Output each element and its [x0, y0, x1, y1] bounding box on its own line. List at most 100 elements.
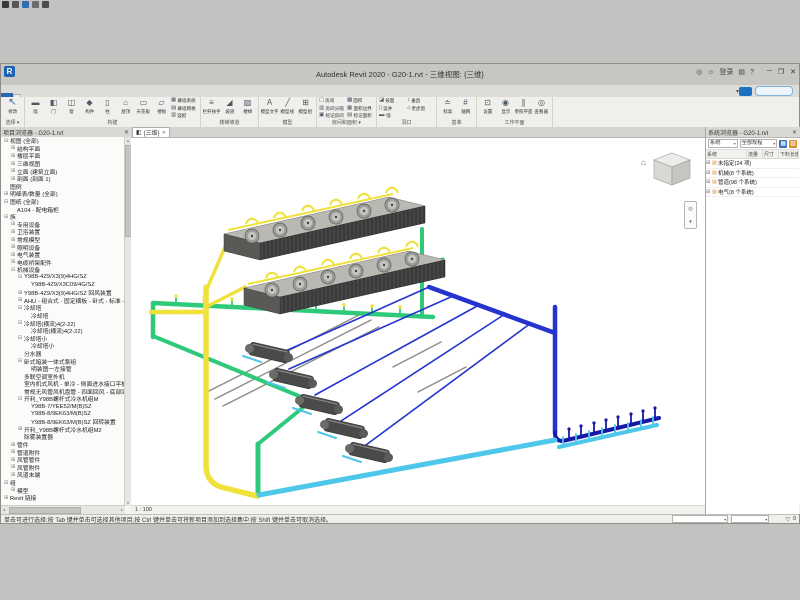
tree-item[interactable]: ⊞ 风管管件: [1, 456, 125, 464]
system-row[interactable]: ⊞ ▨ 管道(98 个系统): [706, 178, 799, 188]
signin-label[interactable]: 登录: [719, 67, 733, 77]
cooling-tower-bank-rear[interactable]: [224, 188, 425, 260]
overlay-icon[interactable]: [2, 1, 9, 8]
ribbon-tool[interactable]: ◎ 查看器: [533, 97, 550, 120]
user-icon[interactable]: ☺: [707, 69, 714, 76]
navigation-bar[interactable]: ◎ ▾: [684, 201, 697, 229]
ribbon-tool[interactable]: ▬ 墙: [379, 112, 406, 120]
tree-item[interactable]: ⊞ 剖面 (剖面 1): [1, 175, 125, 183]
discipline-dropdown[interactable]: 全部规程▾: [740, 139, 778, 148]
ribbon-tool[interactable]: ◧ 门: [45, 97, 62, 120]
tree-item[interactable]: ⊞ 电气装置: [1, 251, 125, 259]
ribbon-tool[interactable]: ▱ 楼板: [153, 97, 170, 120]
overlay-icon[interactable]: [22, 1, 29, 8]
ribbon-tool[interactable]: ≐ 标高: [439, 97, 456, 120]
tree-item[interactable]: Y98B-8/9EK63/M(B)SZ: [1, 410, 125, 418]
ribbon-tool[interactable]: ◉ 显示: [497, 97, 514, 120]
scroll-left-icon[interactable]: ◂: [1, 506, 7, 513]
tree-item[interactable]: ⊞ 专用设备: [1, 221, 125, 229]
plugin-badge-icon[interactable]: [739, 87, 752, 96]
revit-logo[interactable]: R: [4, 66, 15, 77]
tree-item[interactable]: Y98B-4Z9/X3C09/4G/SZ: [1, 281, 125, 289]
tree-item[interactable]: ⊞ Revit 链接: [1, 494, 125, 502]
tree-item[interactable]: ⊞ 风管附件: [1, 464, 125, 472]
ribbon-tool[interactable]: ▯ 柱: [99, 97, 116, 120]
help-icon[interactable]: ?: [750, 69, 754, 76]
tree-item[interactable]: 冷却塔小: [1, 342, 125, 350]
plugin-pill-button[interactable]: [755, 86, 793, 96]
search-icon[interactable]: ◎: [696, 68, 702, 76]
ribbon-tool[interactable]: ▣ 标记房间: [319, 112, 346, 120]
chiller-units[interactable]: [244, 341, 395, 465]
tree-item[interactable]: ⊞ 明细表/数量 (全部): [1, 190, 125, 198]
view-tab-3d[interactable]: ◧ {三维} ✕: [132, 127, 170, 137]
ribbon-tool[interactable]: ▦ 幕墙系统: [171, 97, 198, 105]
system-row[interactable]: ⊞ ▨ 未指定(24 项): [706, 159, 799, 169]
ribbon-tool[interactable]: ⌂ 老虎窗: [407, 105, 434, 113]
tree-item[interactable]: ⊞ 电缆桥架配件: [1, 259, 125, 267]
steering-wheel-icon[interactable]: ◎: [688, 206, 692, 212]
overlay-icon[interactable]: [32, 1, 39, 8]
tree-item[interactable]: ⊞ 卫浴装置: [1, 228, 125, 236]
ribbon-tool[interactable]: ↕ 垂直: [407, 97, 434, 105]
view-type-dropdown[interactable]: 系统▾: [708, 139, 738, 148]
browser-vertical-scrollbar[interactable]: ▴ ▾: [124, 137, 131, 506]
tree-item[interactable]: 图例: [1, 183, 125, 191]
tree-item[interactable]: ⊟ Y98B-4Z9/X3(9)4HG/SZ: [1, 274, 125, 282]
tree-item[interactable]: ⊟ 卧式暗装一体式泵组: [1, 357, 125, 365]
tree-item[interactable]: ⊟ 组: [1, 479, 125, 487]
ribbon-tool[interactable]: ▨ 楼梯: [239, 97, 256, 120]
ribbon-tool[interactable]: ◢ 坡道: [221, 97, 238, 120]
close-button[interactable]: ✕: [790, 68, 796, 76]
tree-item[interactable]: ⊞ 常规模型: [1, 236, 125, 244]
ribbon-tool[interactable]: ◫ 窗: [63, 97, 80, 120]
tree-item[interactable]: 室内机式风机 - 单冷 - 侧面进水接口平板盖: [1, 380, 125, 388]
overlay-icon[interactable]: [12, 1, 19, 8]
column-header[interactable]: 系统: [706, 150, 747, 158]
ribbon-tool[interactable]: ⌂ 屋顶: [117, 97, 134, 120]
tree-item[interactable]: ⊞ 三维视图: [1, 160, 125, 168]
overlay-icon[interactable]: [42, 1, 49, 8]
ribbon-tool[interactable]: ▥ 房间分隔: [319, 105, 346, 113]
tree-item[interactable]: ⊟ 机械设备: [1, 266, 125, 274]
ribbon-tool[interactable]: ▤ 幕墙网格: [171, 105, 198, 113]
tree-item[interactable]: ⊞ 管道附件: [1, 448, 125, 456]
scroll-thumb[interactable]: [9, 507, 81, 514]
tree-item[interactable]: ⊞ 楼层平面: [1, 152, 125, 160]
tree-item[interactable]: 除雾装置器: [1, 433, 125, 441]
scale-control[interactable]: 1 : 100: [135, 507, 152, 513]
tree-item[interactable]: ⊞ AHU - 组合式 - 固定横板 - 卧式 - 标准 - 2000 - 30…: [1, 296, 125, 304]
ribbon-tool[interactable]: ⊞ 模型组: [297, 97, 314, 120]
column-header[interactable]: 尺寸: [763, 150, 779, 158]
tree-item[interactable]: ⊟ 冷却塔: [1, 304, 125, 312]
column-header[interactable]: 下料长度: [779, 150, 799, 158]
tree-item[interactable]: 常规无风管风机盘管 - 四面回风 - 底部回风: [1, 388, 125, 396]
tree-item[interactable]: ⊞ 立面 (建筑立面): [1, 167, 125, 175]
tree-item[interactable]: ⊟ 视图 (全部): [1, 137, 125, 145]
filter-icon[interactable]: ▽: [785, 516, 790, 523]
ribbon-tool[interactable]: ▬ 墙: [27, 97, 44, 120]
ribbon-tool[interactable]: ▤ 标记面积: [347, 112, 374, 120]
close-view-icon[interactable]: ✕: [162, 130, 166, 136]
tree-item[interactable]: ⊟ 图纸 (全部): [1, 198, 125, 206]
minimize-button[interactable]: ─: [767, 68, 772, 76]
ribbon-tool[interactable]: A 模型文字: [261, 97, 278, 120]
ribbon-tool[interactable]: ▥ 竖梃: [171, 112, 198, 120]
tree-item[interactable]: ⊞ 风道末端: [1, 471, 125, 479]
ribbon-tool[interactable]: ◆ 构件: [81, 97, 98, 120]
tree-item[interactable]: ⊞ 开利_Y98B螺杆式冷水机组M2: [1, 426, 125, 434]
tree-item[interactable]: Y98B-7/YEE52/M(B)SZ: [1, 403, 125, 411]
close-icon[interactable]: ✕: [124, 129, 129, 136]
autofit-columns-icon[interactable]: ▧: [789, 140, 797, 148]
browser-horizontal-scrollbar[interactable]: ◂ ▸: [1, 505, 125, 514]
store-icon[interactable]: ▤: [738, 68, 745, 76]
tree-item[interactable]: 冷却塔(横流)4(2-22): [1, 327, 125, 335]
ribbon-tool[interactable]: ▭ 天花板: [135, 97, 152, 120]
ribbon-tool[interactable]: ↖ 修改: [3, 97, 22, 120]
ribbon-tool[interactable]: # 轴网: [457, 97, 474, 120]
ribbon-tool[interactable]: ⊡ 设置: [479, 97, 496, 120]
tree-item[interactable]: ⊟ 族: [1, 213, 125, 221]
ribbon-tool[interactable]: ▯ 竖井: [379, 105, 406, 113]
tree-item[interactable]: 多联空调室外机: [1, 372, 125, 380]
ribbon-tool[interactable]: ▩ 面积: [347, 97, 374, 105]
